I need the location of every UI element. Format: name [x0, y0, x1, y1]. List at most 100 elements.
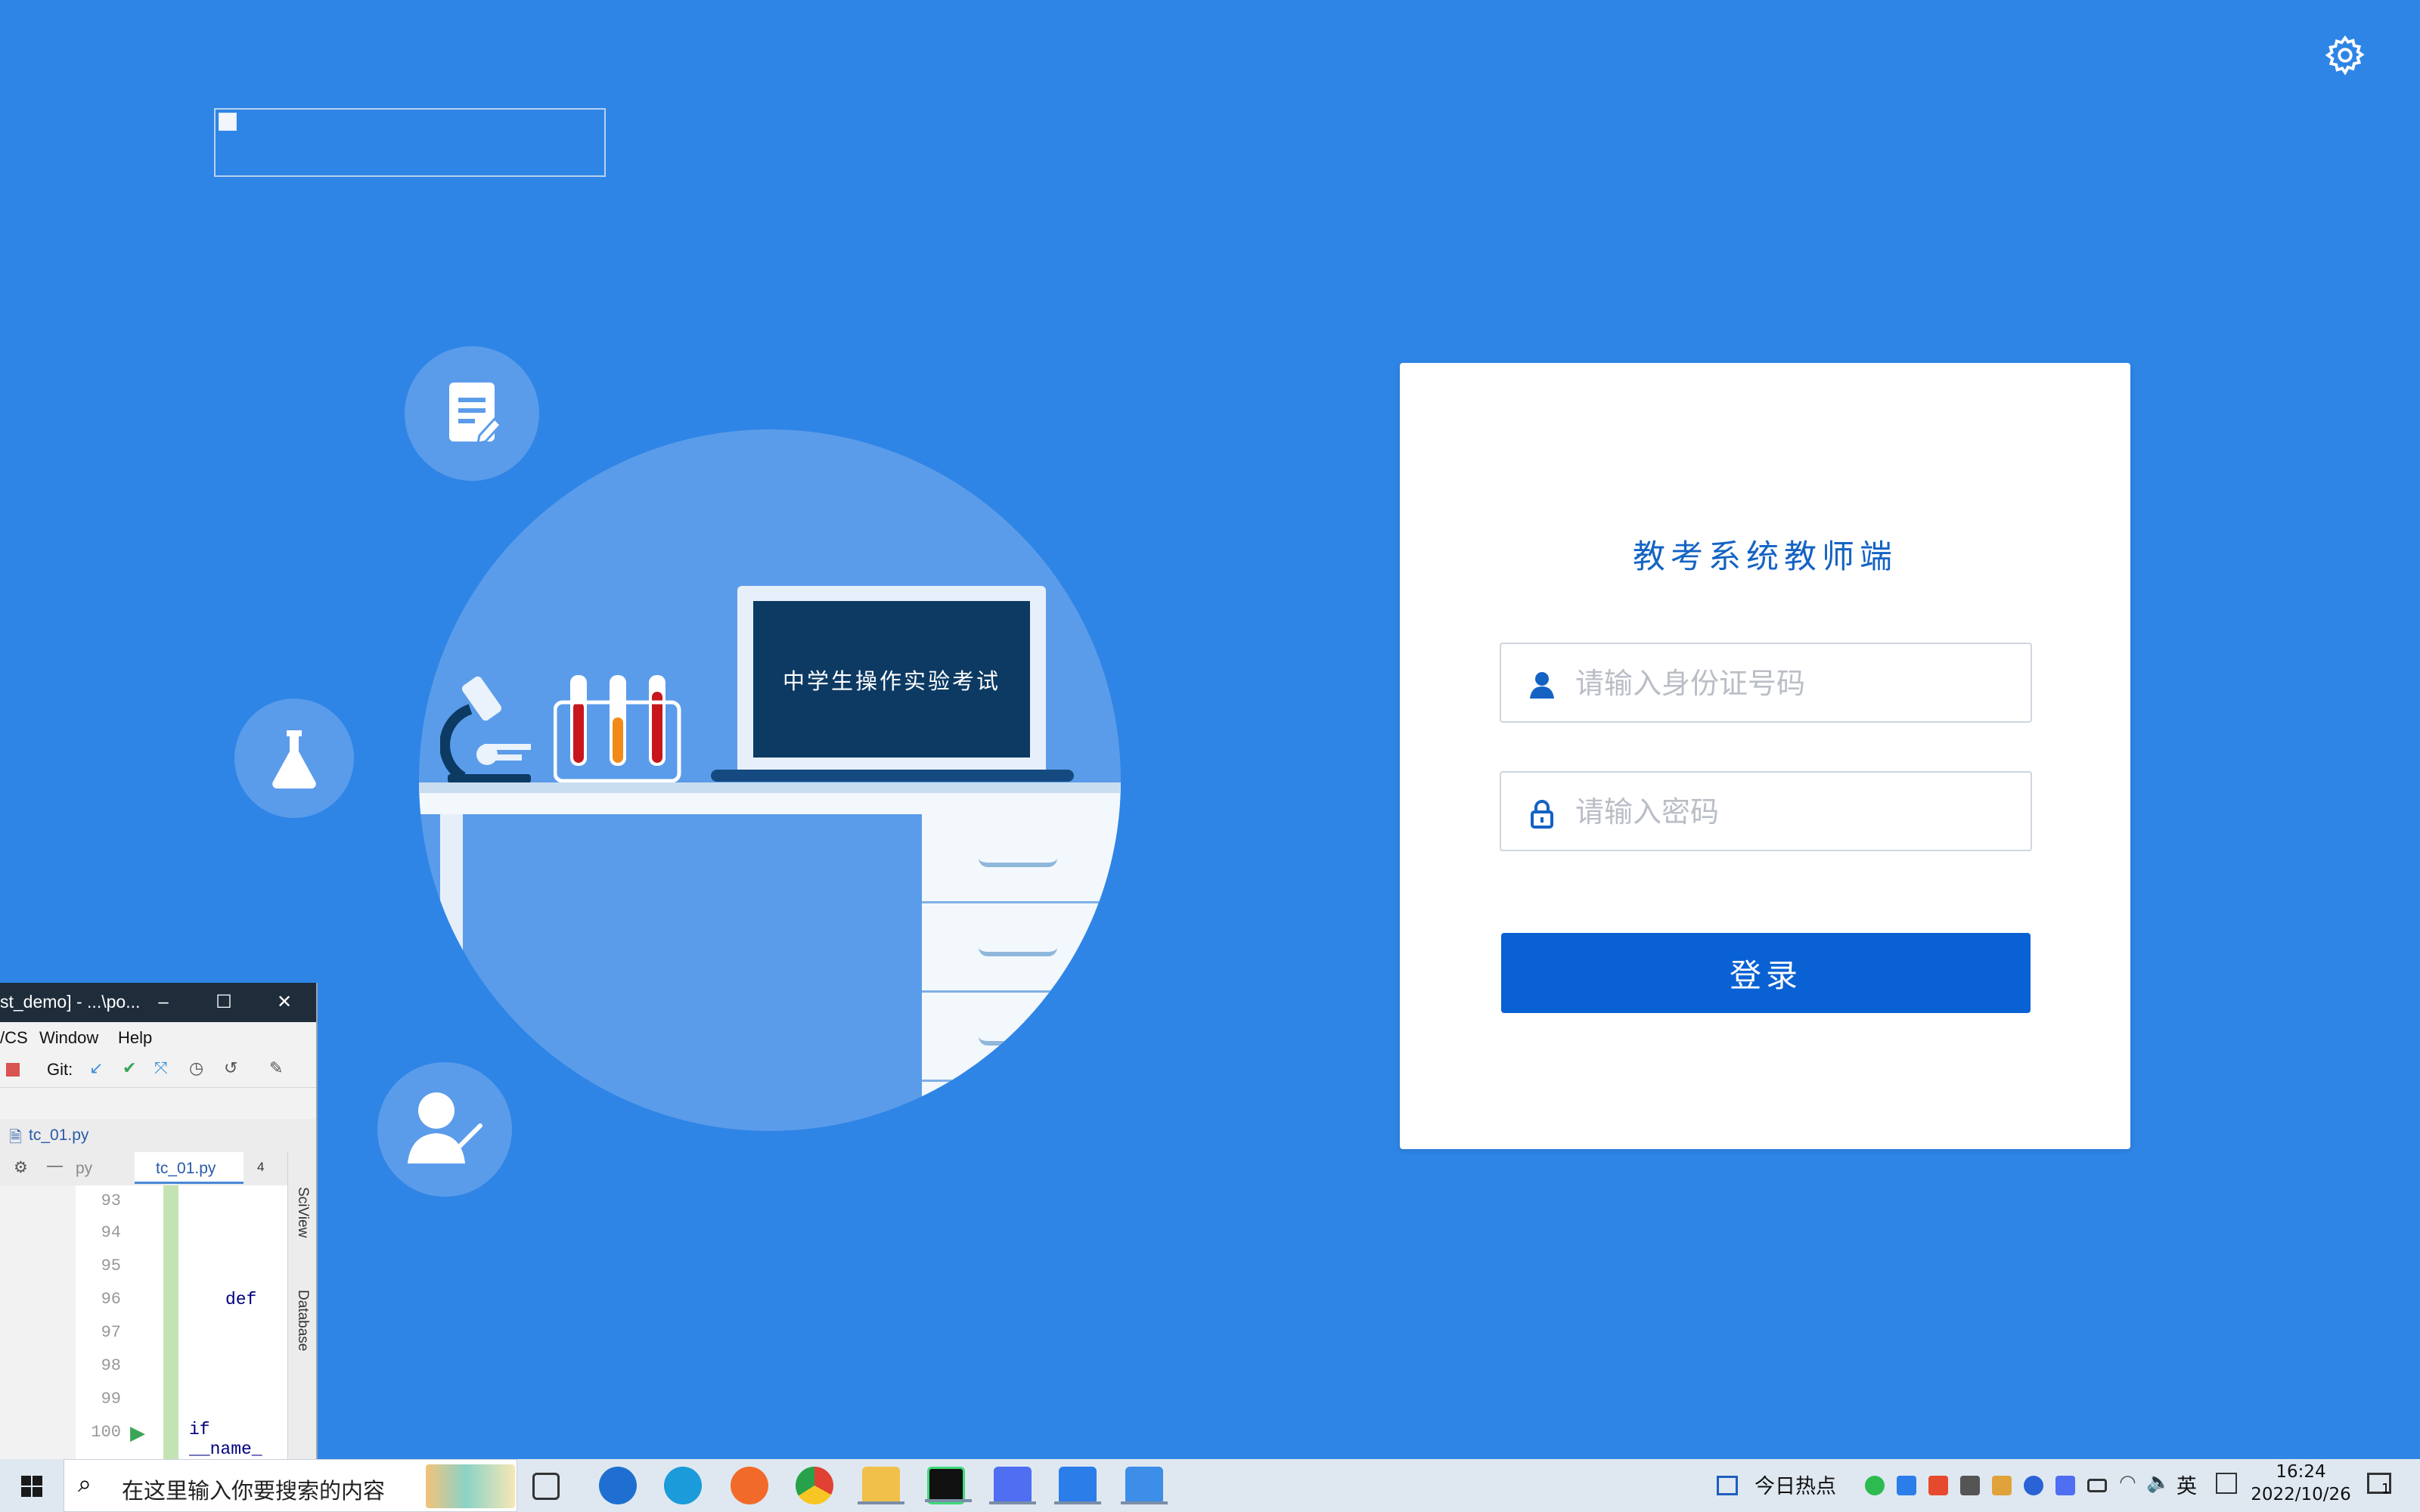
breadcrumb: 🗎 tc_01.py — [0, 1119, 316, 1152]
drawer-handle — [979, 858, 1057, 867]
git-update-icon[interactable]: ↙ — [89, 1058, 103, 1078]
git-label: Git: — [47, 1060, 73, 1079]
logo-image — [214, 108, 606, 177]
windows-icon — [21, 1476, 42, 1497]
ide-gutter — [0, 1185, 76, 1459]
ide-menu-bar: /CS Window Help — [0, 1022, 316, 1052]
tab-active[interactable]: tc_01.py — [135, 1152, 244, 1184]
desk-top — [419, 782, 1121, 814]
volume-icon[interactable]: 🔈 — [2146, 1471, 2170, 1494]
git-push-icon[interactable]: ⤧ — [154, 1058, 168, 1078]
ide-side-panel: SciView Database — [287, 1152, 316, 1459]
clock-date[interactable]: 2022/10/26 — [2238, 1485, 2363, 1504]
monitor-screen-text: 中学生操作实验考试 — [753, 601, 1030, 758]
python-file-icon: 🗎 — [9, 1129, 22, 1146]
feishu-doc-icon[interactable] — [989, 1467, 1036, 1504]
lock-icon — [1531, 800, 1553, 829]
tab-count[interactable]: 4 — [257, 1160, 264, 1175]
firefox-icon[interactable] — [731, 1467, 768, 1504]
gear-icon[interactable]: ⚙ — [14, 1158, 28, 1177]
start-button[interactable] — [0, 1459, 64, 1512]
wrench-icon[interactable]: ✎ — [269, 1058, 283, 1078]
file-explorer-icon[interactable] — [858, 1467, 904, 1504]
database-tab[interactable]: Database — [294, 1290, 311, 1351]
tray-app-icon[interactable] — [1992, 1476, 2012, 1495]
line-number: 94 — [101, 1223, 121, 1242]
tray-app-icon[interactable] — [1960, 1476, 1980, 1495]
change-marker — [163, 1185, 178, 1459]
desk-drawers — [922, 814, 1121, 1131]
line-number: 95 — [101, 1256, 121, 1275]
ie-icon[interactable] — [599, 1467, 637, 1504]
history-icon[interactable]: ◷ — [189, 1058, 203, 1078]
id-number-input[interactable] — [1574, 644, 2015, 723]
line-number: 97 — [101, 1323, 121, 1342]
tab-previous[interactable]: py — [76, 1160, 92, 1178]
document-circle — [405, 346, 539, 481]
bluetooth-icon[interactable] — [2024, 1476, 2043, 1495]
microscope-icon — [440, 676, 531, 783]
rollback-icon[interactable]: ↺ — [224, 1058, 237, 1078]
wechat-icon[interactable] — [1865, 1476, 1885, 1495]
maximize-icon[interactable]: ☐ — [209, 989, 239, 1016]
clock-time[interactable]: 16:24 — [2238, 1462, 2363, 1482]
search-highlight-image[interactable] — [426, 1464, 515, 1508]
ime-mode-icon[interactable] — [2216, 1473, 2237, 1494]
git-commit-icon[interactable]: ✔ — [123, 1058, 136, 1078]
wifi-icon[interactable]: ◠ — [2119, 1471, 2136, 1494]
id-number-field[interactable] — [1500, 643, 2032, 723]
stop-icon[interactable] — [6, 1063, 20, 1077]
user-icon — [1530, 672, 1554, 699]
drawer-handle — [979, 1036, 1057, 1046]
ide-title-bar[interactable]: st_demo] - ...\po... – ☐ ✕ — [0, 983, 316, 1022]
menu-vcs[interactable]: /CS — [0, 1028, 28, 1048]
ide-window-title: st_demo] - ...\po... — [0, 992, 141, 1012]
feishu-tray-icon[interactable] — [1897, 1476, 1916, 1495]
pycharm-icon[interactable] — [925, 1467, 972, 1504]
password-input[interactable] — [1574, 773, 2015, 851]
minimize-icon[interactable]: – — [148, 989, 178, 1016]
settings-gear-icon[interactable] — [2323, 33, 2367, 77]
menu-help[interactable]: Help — [118, 1028, 152, 1048]
taskbar: ⌕ 在这里输入你要搜索的内容 今日热点 ◠ 🔈 英 16:24 2022/10/… — [0, 1459, 2420, 1512]
run-icon[interactable]: ▶ — [130, 1421, 145, 1445]
monitor: 中学生操作实验考试 — [737, 586, 1046, 776]
news-widget[interactable]: 今日热点 — [1754, 1470, 1836, 1499]
line-number: 96 — [101, 1290, 121, 1309]
search-icon: ⌕ — [78, 1469, 92, 1498]
flask-circle — [234, 699, 354, 818]
tray-app-icon[interactable] — [2055, 1476, 2075, 1495]
tab-active-label: tc_01.py — [156, 1160, 216, 1177]
classroom-icon[interactable] — [1121, 1467, 1168, 1504]
collapse-icon[interactable]: — — [47, 1157, 63, 1175]
flask-icon — [272, 730, 316, 789]
drawer-handle — [979, 947, 1057, 956]
edge-icon[interactable] — [664, 1467, 702, 1504]
test-tubes-icon — [554, 675, 681, 782]
breadcrumb-file[interactable]: tc_01.py — [29, 1126, 88, 1145]
broken-image-icon — [219, 113, 237, 131]
chrome-icon[interactable] — [796, 1467, 833, 1504]
battery-icon[interactable] — [2087, 1479, 2107, 1492]
sciview-tab[interactable]: SciView — [294, 1187, 311, 1238]
drawer — [922, 993, 1121, 1082]
search-placeholder: 在这里输入你要搜索的内容 — [122, 1478, 386, 1504]
taskbar-search[interactable]: ⌕ 在这里输入你要搜索的内容 — [64, 1459, 517, 1512]
notification-icon[interactable]: 1 — [2367, 1473, 2391, 1497]
ime-indicator[interactable]: 英 — [2176, 1470, 2197, 1499]
document-edit-icon — [449, 383, 503, 445]
code-if: if __name_ — [189, 1420, 262, 1459]
login-button[interactable]: 登录 — [1501, 933, 2031, 1013]
tray-app-icon[interactable] — [1928, 1476, 1948, 1495]
ide-window[interactable]: st_demo] - ...\po... – ☐ ✕ /CS Window He… — [0, 983, 318, 1459]
drawer — [922, 814, 1121, 903]
monitor-base — [711, 770, 1074, 782]
teacher-icon — [408, 1092, 482, 1163]
close-icon[interactable]: ✕ — [269, 989, 299, 1016]
menu-window[interactable]: Window — [39, 1028, 98, 1048]
feishu-icon[interactable] — [1054, 1467, 1101, 1504]
task-view-icon[interactable] — [532, 1473, 560, 1500]
lab-illustration: 中学生操作实验考试 — [419, 429, 1121, 1131]
password-field[interactable] — [1500, 771, 2032, 851]
notification-count: 1 — [2381, 1481, 2391, 1497]
